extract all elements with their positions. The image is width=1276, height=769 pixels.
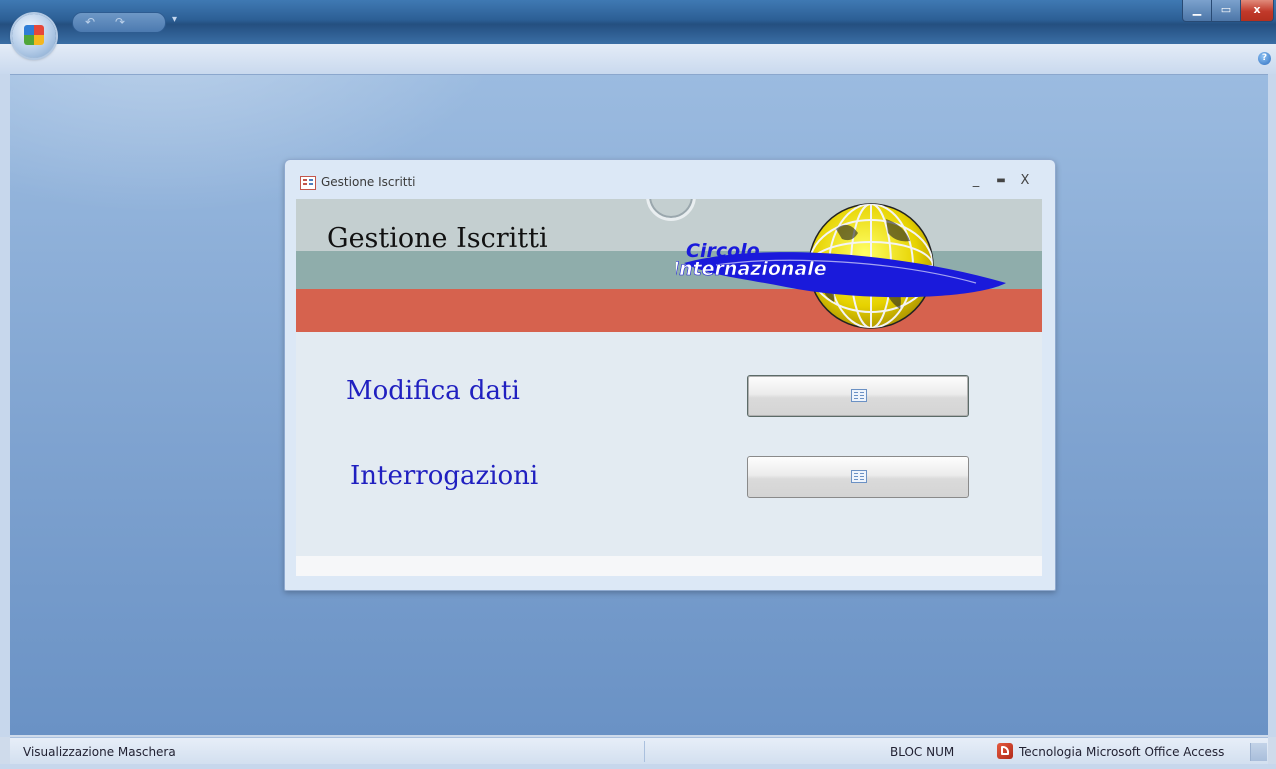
form-window: Gestione Iscritti _ ▬ X Gestione Iscritt… [284,159,1056,591]
form-icon [851,470,867,483]
form-footer [296,556,1042,576]
status-bar: Visualizzazione Maschera BLOC NUM Tecnol… [10,737,1268,765]
ribbon-bar: ? [0,44,1276,75]
window-frame-left [0,74,10,737]
modifica-dati-label: Modifica dati [346,376,520,406]
status-technology: Tecnologia Microsoft Office Access [1019,745,1225,759]
globe-logo-icon: Circolo Internazionale [676,203,1006,329]
form-maximize-button[interactable]: ▬ [991,172,1011,190]
status-view-mode: Visualizzazione Maschera [23,745,176,759]
form-close-button[interactable]: X [1015,172,1035,190]
undo-icon[interactable]: ↶ [77,14,103,30]
access-icon [997,743,1013,759]
help-icon[interactable]: ? [1258,52,1271,65]
window-close-button[interactable]: x [1240,0,1274,22]
redo-icon[interactable]: ↷ [107,14,133,30]
office-button-icon [24,25,44,45]
form-header: Gestione Iscritti Circolo Internazionale [296,199,1042,332]
quick-access-toolbar: ↶ ↷ [72,12,166,33]
form-window-title: Gestione Iscritti [321,175,416,189]
form-titlebar[interactable]: Gestione Iscritti _ ▬ X [285,160,1055,200]
window-frame-bottom [0,764,1276,769]
form-icon [851,389,867,402]
logo-text-internazionale: Internazionale [676,258,827,280]
resize-grip[interactable] [1250,743,1267,761]
form-detail: Modifica dati Interrogazioni [296,332,1042,556]
window-minimize-button[interactable]: ▁ [1182,0,1212,22]
form-minimize-button[interactable]: _ [966,172,986,190]
interrogazioni-button[interactable] [747,456,969,498]
window-frame-right [1268,74,1276,737]
app-titlebar: ↶ ↷ ▾ ▁ ▭ x [0,0,1276,44]
interrogazioni-label: Interrogazioni [350,461,539,491]
form-icon [300,176,316,190]
modifica-dati-button[interactable] [747,375,969,417]
office-button[interactable] [12,14,56,58]
header-title: Gestione Iscritti [327,223,548,254]
status-num-lock: BLOC NUM [890,745,955,759]
customize-toolbar-icon[interactable]: ▾ [172,14,177,25]
form-body: Gestione Iscritti Circolo Internazionale… [296,199,1042,576]
window-maximize-button[interactable]: ▭ [1211,0,1241,22]
status-separator [644,741,645,762]
